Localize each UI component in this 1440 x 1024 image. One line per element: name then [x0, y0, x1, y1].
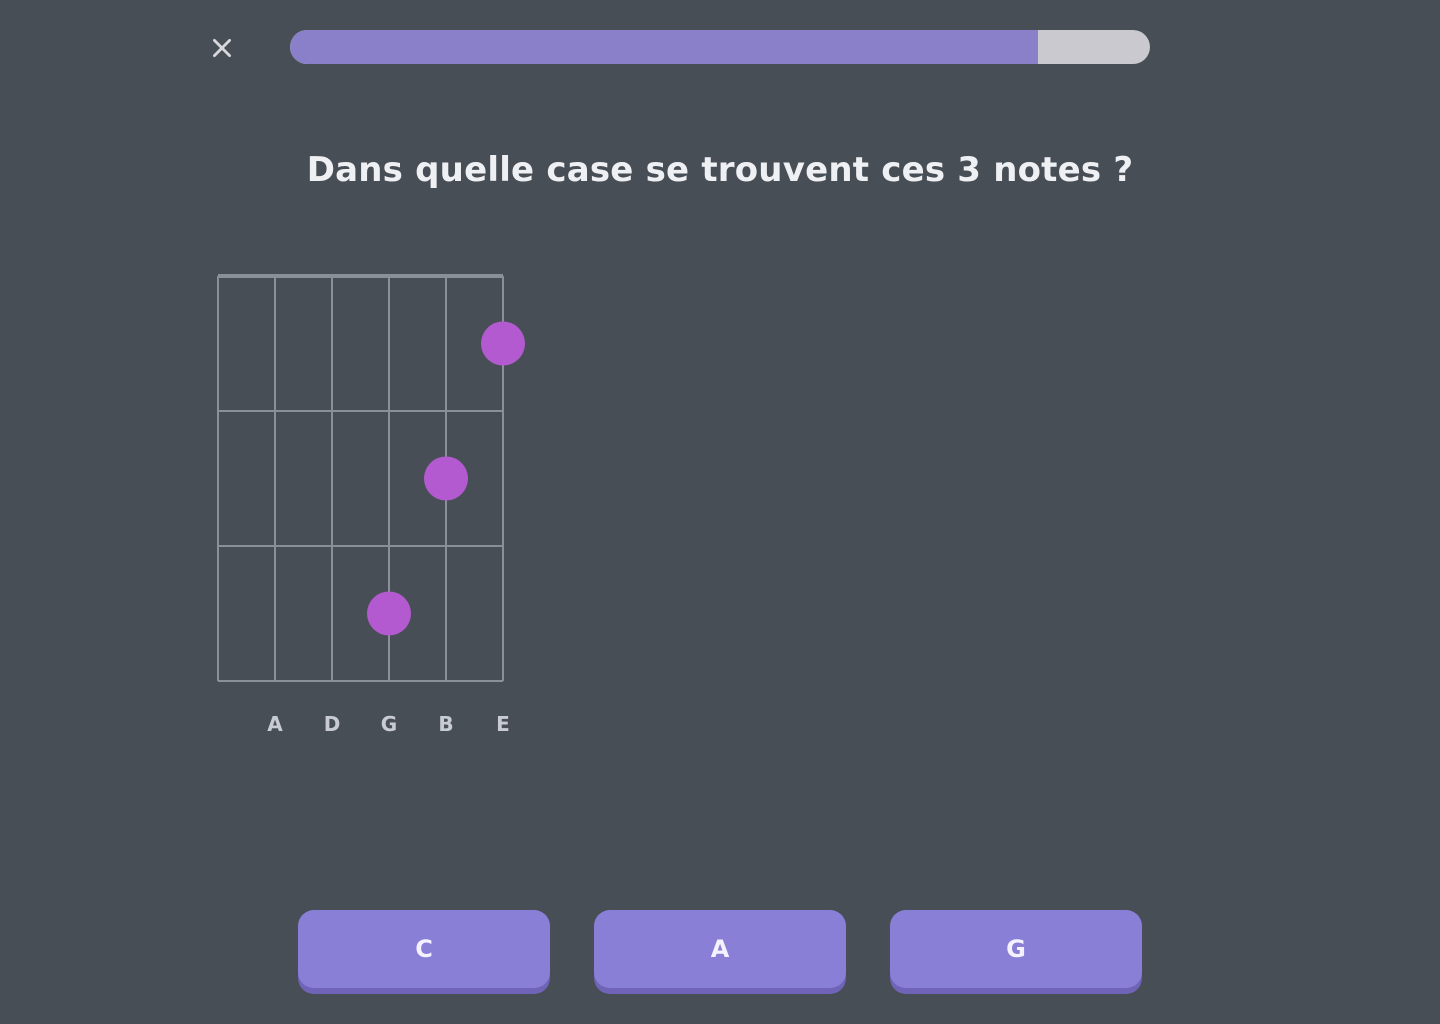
note-dot — [367, 591, 411, 636]
note-dot — [424, 456, 468, 501]
question-title: Dans quelle case se trouvent ces 3 notes… — [306, 150, 1134, 190]
quiz-screen: Dans quelle case se trouvent ces 3 notes… — [0, 0, 1440, 1024]
string-label: D — [324, 712, 341, 736]
note-dot — [481, 321, 525, 366]
progress-fill — [290, 30, 1039, 64]
string-label: G — [381, 712, 397, 736]
answer-button-3[interactable]: G — [890, 910, 1142, 988]
progress-bar — [290, 30, 1150, 64]
string-label: B — [438, 712, 453, 736]
answer-options: C A G — [298, 910, 1146, 988]
string-label: E — [496, 712, 510, 736]
close-button[interactable] — [200, 26, 244, 70]
fretboard-svg: ADGBE — [217, 274, 525, 736]
fretboard-diagram: ADGBE — [200, 250, 540, 740]
string-label: A — [267, 712, 283, 736]
answer-button-2[interactable]: A — [594, 910, 846, 988]
answer-button-1[interactable]: C — [298, 910, 550, 988]
close-icon — [213, 39, 231, 57]
